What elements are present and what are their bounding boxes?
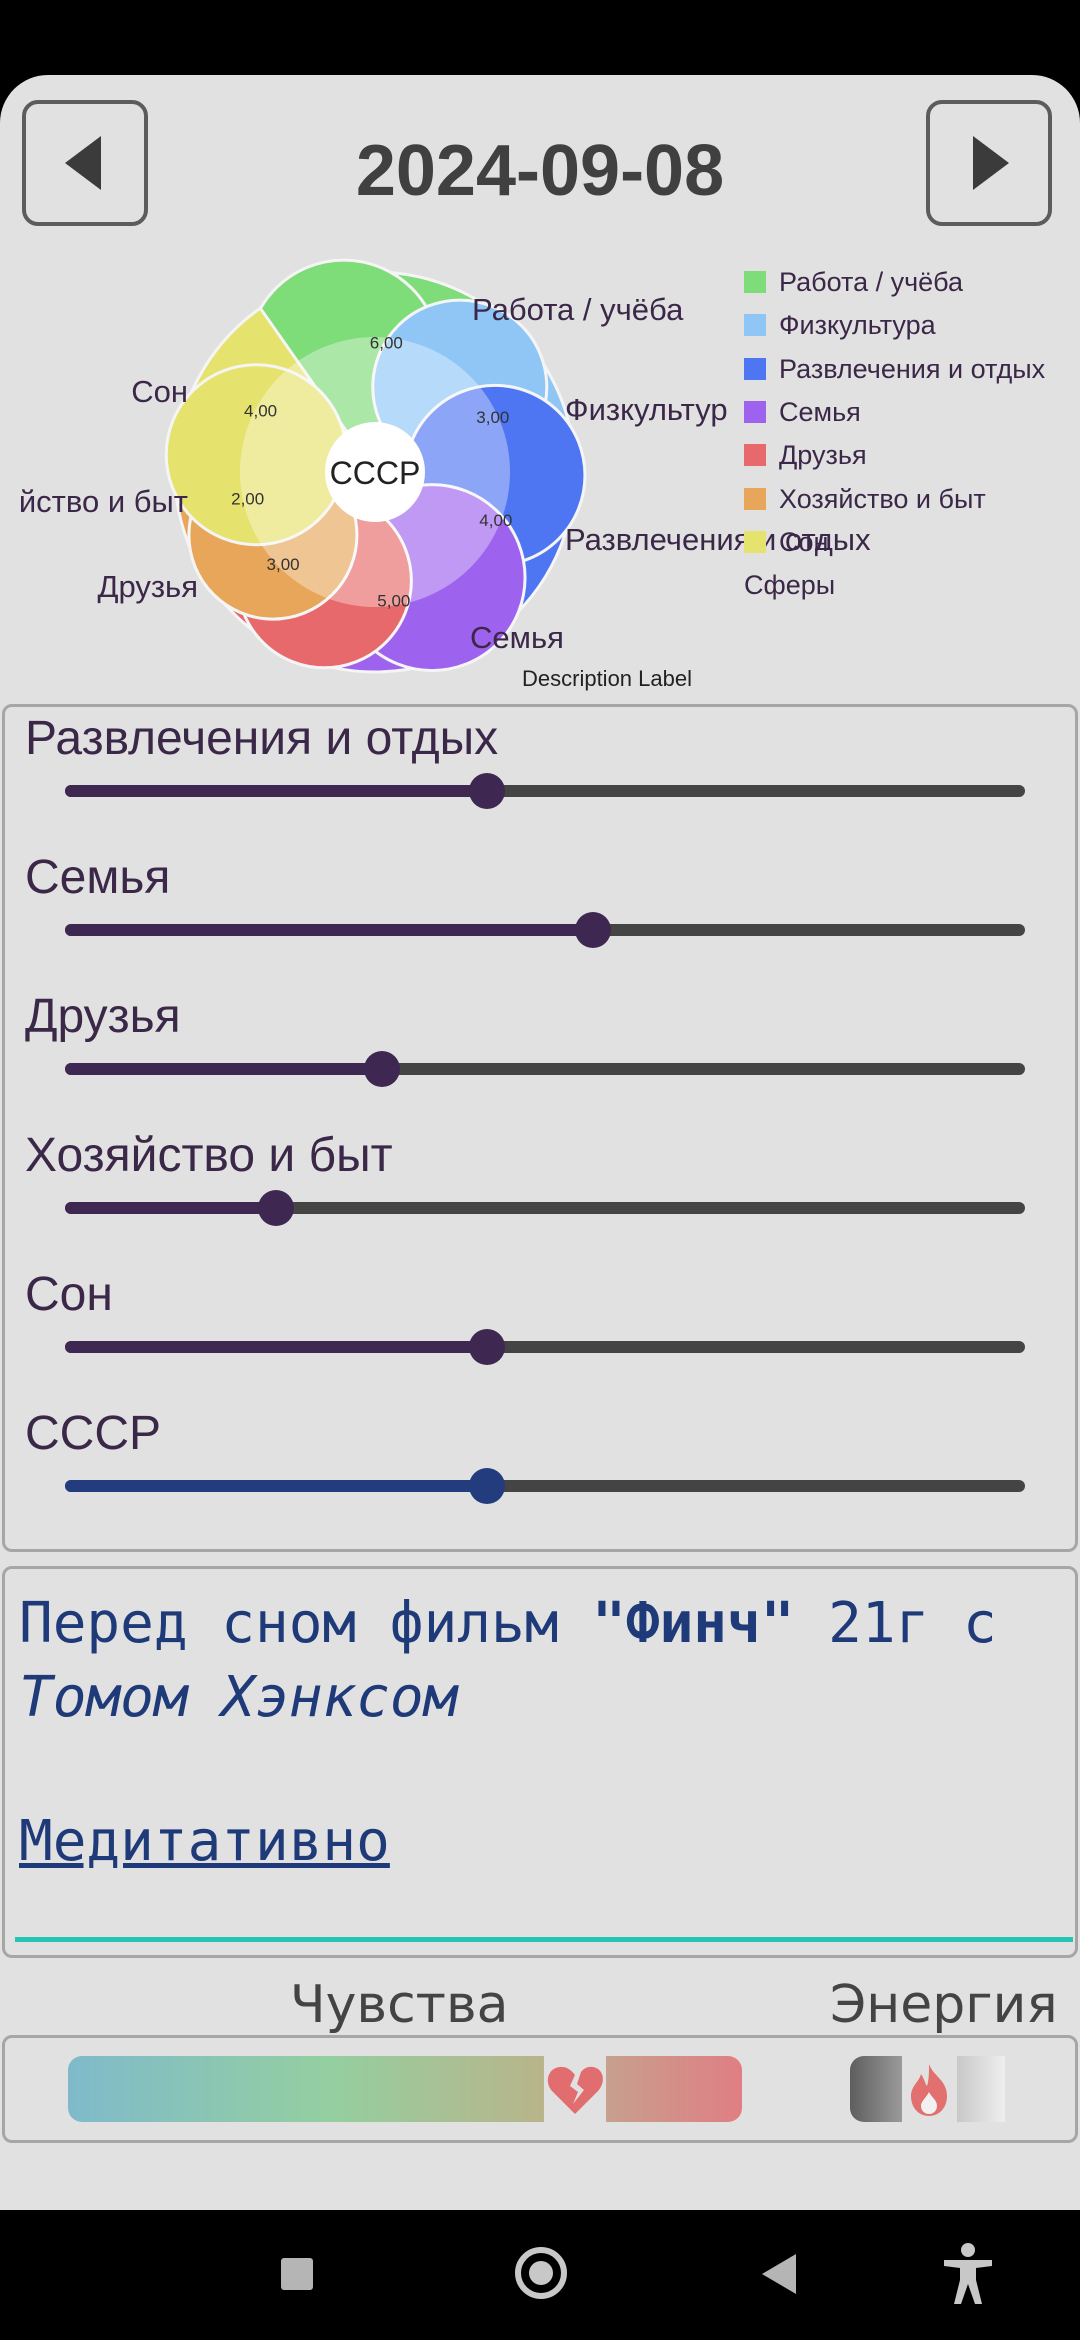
slider-ussr[interactable] — [65, 1468, 1025, 1504]
triangle-right-icon — [973, 136, 1009, 190]
feelings-negative-bar[interactable] — [606, 2056, 742, 2122]
legend-item-fun: Развлечения и отдых — [779, 354, 1046, 384]
accessibility-icon[interactable] — [940, 2242, 996, 2311]
outer-label-family: Семья — [470, 620, 564, 655]
energy-low-bar[interactable] — [850, 2056, 902, 2122]
legend-swatch-family — [744, 401, 766, 423]
sliders-panel: Развлечения и отдых Семья Друзья Хозяйст… — [2, 704, 1078, 1552]
mood-energy-panel — [2, 2035, 1078, 2143]
slider-thumb[interactable] — [469, 1468, 506, 1504]
slider-fill — [65, 1202, 277, 1214]
notes-text: Перед сном фильм — [19, 1591, 593, 1656]
slider-fill — [65, 924, 593, 936]
center-label: СССР — [330, 455, 421, 491]
slider-label-ussr: СССР — [25, 1407, 162, 1460]
notes-line-1: Перед сном фильм "Финч" 21г с — [19, 1591, 997, 1656]
slider-label-family: Семья — [25, 851, 171, 904]
outer-label-fitness: Физкультур — [565, 392, 728, 427]
outer-label-sleep: Сон — [131, 374, 188, 409]
legend-swatch-work — [744, 271, 766, 293]
legend-title: Сферы — [744, 570, 835, 600]
slider-fill — [65, 1341, 488, 1353]
system-navigation-bar — [0, 2210, 1080, 2340]
legend-swatch-friends — [744, 444, 766, 466]
value-label-fitness: 3,00 — [476, 408, 509, 427]
notes-line-2: Томом Хэнксом — [19, 1665, 458, 1730]
slider-label-household: Хозяйство и быт — [25, 1129, 393, 1182]
slider-sleep[interactable] — [65, 1329, 1025, 1365]
legend-swatch-household — [744, 488, 766, 510]
slider-thumb[interactable] — [575, 912, 611, 948]
description-label: Description Label — [522, 666, 692, 691]
broken-heart-icon — [546, 2064, 604, 2116]
spheres-pie-chart: СССР 6,00 3,00 4,00 5,00 3,00 2,00 4,00 … — [0, 250, 1080, 700]
slider-friends[interactable] — [65, 1051, 1025, 1087]
notes-text: 21г с — [794, 1591, 997, 1656]
value-label-friends: 3,00 — [267, 555, 300, 574]
legend-item-work: Работа / учёба — [779, 267, 964, 297]
flame-icon — [907, 2062, 951, 2118]
value-label-work: 6,00 — [370, 333, 403, 352]
slider-thumb[interactable] — [469, 1329, 506, 1365]
legend-item-family: Семья — [779, 397, 861, 427]
slider-family[interactable] — [65, 912, 1025, 948]
slider-fun[interactable] — [65, 773, 1025, 809]
feelings-gradient-bar[interactable] — [68, 2056, 544, 2122]
outer-label-friends: Друзья — [97, 569, 198, 604]
legend-item-friends: Друзья — [779, 440, 867, 470]
slider-label-fun: Развлечения и отдых — [25, 712, 499, 765]
slider-label-sleep: Сон — [25, 1268, 113, 1321]
legend-swatch-fun — [744, 358, 766, 380]
value-label-household: 2,00 — [231, 489, 264, 508]
circle-home-icon[interactable] — [515, 2247, 567, 2299]
value-label-family: 5,00 — [377, 592, 410, 611]
energy-label: Энергия — [830, 1975, 1058, 2035]
slider-fill — [65, 1063, 382, 1075]
slider-fill — [65, 785, 488, 797]
slider-thumb[interactable] — [469, 773, 506, 809]
value-label-fun: 4,00 — [479, 511, 512, 530]
outer-label-household: йство и быт — [19, 484, 188, 519]
legend-swatch-sleep — [744, 531, 766, 553]
outer-label-work: Работа / учёба — [472, 292, 684, 327]
legend-item-sleep: Сон — [779, 527, 828, 557]
notes-bold-title: "Финч" — [592, 1591, 795, 1656]
notes-editor[interactable]: Перед сном фильм "Финч" 21г с Томом Хэнк… — [2, 1566, 1078, 1958]
triangle-back-icon[interactable] — [760, 2252, 800, 2301]
legend-item-household: Хозяйство и быт — [779, 484, 986, 514]
notes-focus-underline — [15, 1937, 1073, 1942]
slider-thumb[interactable] — [363, 1051, 400, 1087]
pie-chart-svg: СССР 6,00 3,00 4,00 5,00 3,00 2,00 4,00 … — [19, 258, 1046, 691]
value-label-sleep: 4,00 — [244, 401, 277, 420]
legend-item-fitness: Физкультура — [779, 310, 937, 340]
slider-thumb[interactable] — [258, 1190, 295, 1226]
legend-swatch-fitness — [744, 314, 766, 336]
energy-high-bar[interactable] — [957, 2056, 1005, 2122]
date-title: 2024-09-08 — [355, 131, 725, 211]
legend: Работа / учёба Физкультура Развлечения и… — [744, 267, 1046, 600]
notes-line-3: Медитативно — [19, 1809, 390, 1874]
next-day-button[interactable] — [926, 100, 1052, 226]
slider-label-friends: Друзья — [25, 990, 181, 1043]
slider-household[interactable] — [65, 1190, 1025, 1226]
feelings-label: Чувства — [290, 1975, 509, 2035]
square-icon[interactable] — [281, 2258, 313, 2290]
slider-fill — [65, 1480, 488, 1492]
